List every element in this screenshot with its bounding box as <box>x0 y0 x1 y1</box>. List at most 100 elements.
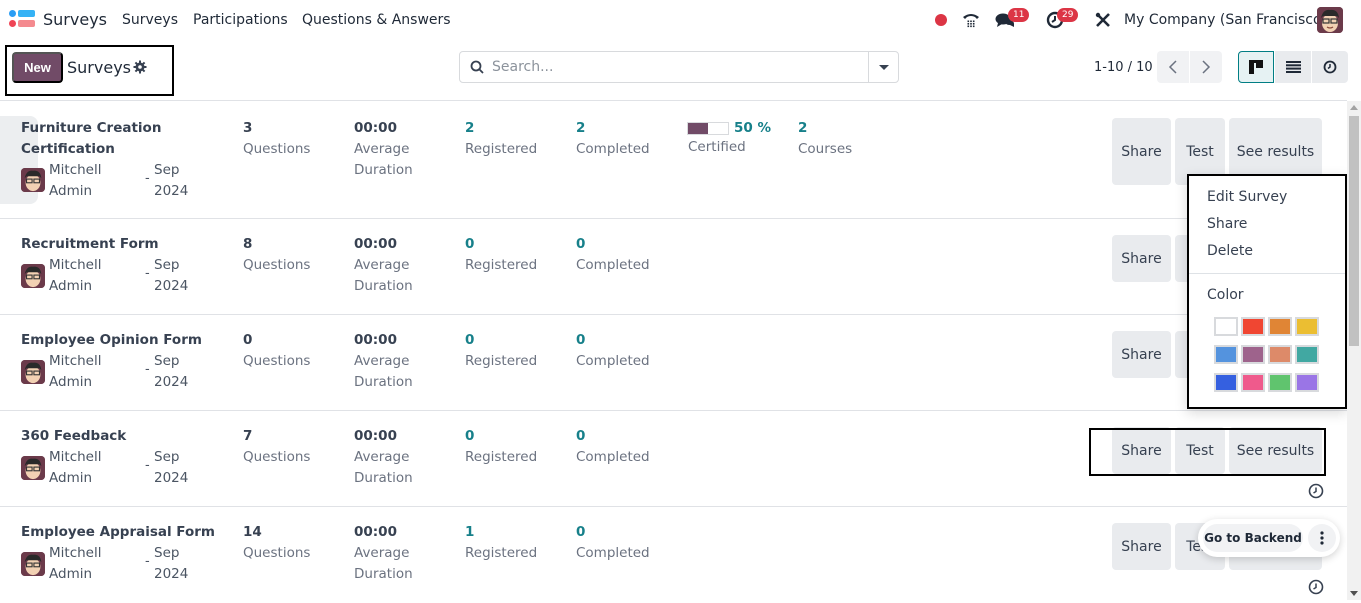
owner-last-name: Admin <box>49 470 93 486</box>
stat-registered[interactable]: 0 Registered <box>465 234 537 276</box>
stat-questions[interactable]: 14 Questions <box>243 522 310 564</box>
color-swatch[interactable] <box>1214 345 1238 364</box>
color-swatch[interactable] <box>1214 373 1238 392</box>
chevron-left-icon <box>1168 60 1177 74</box>
color-swatch[interactable] <box>1268 373 1292 392</box>
completed-label: Completed <box>576 449 650 465</box>
app-logo-icon[interactable] <box>9 10 35 28</box>
phone-icon[interactable] <box>961 8 981 32</box>
search-options-toggle[interactable] <box>868 52 898 82</box>
questions-label: Questions <box>243 545 311 561</box>
view-list-button[interactable] <box>1275 51 1311 83</box>
duration-value: 00:00 <box>354 236 397 252</box>
pager-previous-button[interactable] <box>1157 51 1189 83</box>
menu-item-edit-survey[interactable]: Edit Survey <box>1207 189 1287 205</box>
activity-clock-icon[interactable] <box>1308 483 1324 499</box>
survey-title: Recruitment Form <box>21 236 159 252</box>
owner-last-name: Admin <box>49 566 93 582</box>
scrollbar-thumb[interactable] <box>1349 116 1359 346</box>
color-swatch[interactable] <box>1268 317 1292 336</box>
stat-completed[interactable]: 0 Completed <box>576 234 650 276</box>
survey-card[interactable]: Furniture Creation Certification Mitchel… <box>0 101 1347 219</box>
view-activity-button[interactable] <box>1312 51 1348 83</box>
share-button[interactable]: Share <box>1112 523 1171 570</box>
survey-card[interactable]: Employee Appraisal Form Mitchell Admin -… <box>0 507 1347 603</box>
certified-progress-fill <box>688 123 708 134</box>
gear-icon[interactable] <box>133 60 147 74</box>
stat-courses[interactable]: 2 Courses <box>798 118 852 160</box>
stat-registered[interactable]: 0 Registered <box>465 426 537 468</box>
survey-card[interactable]: Employee Opinion Form Mitchell Admin - S… <box>0 315 1347 411</box>
color-swatch[interactable] <box>1295 345 1319 364</box>
stat-registered[interactable]: 1 Registered <box>465 522 537 564</box>
activity-clock-icon[interactable] <box>1308 579 1324 595</box>
stat-questions[interactable]: 7 Questions <box>243 426 310 468</box>
new-button[interactable]: New <box>12 52 63 83</box>
certified-percent[interactable]: 50 % <box>734 118 771 139</box>
scroll-up-arrow-icon[interactable] <box>1350 105 1358 110</box>
menu-questions-answers[interactable]: Questions & Answers <box>302 12 451 28</box>
stat-registered[interactable]: 0 Registered <box>465 330 537 372</box>
stat-completed[interactable]: 0 Completed <box>576 426 650 468</box>
survey-card[interactable]: Recruitment Form Mitchell Admin - Sep 20… <box>0 219 1347 315</box>
survey-title: Employee Appraisal Form <box>21 524 215 540</box>
stat-duration: 00:00 Average Duration <box>354 522 413 585</box>
pager-value[interactable]: 1-10 / 10 <box>1094 60 1153 75</box>
color-swatch[interactable] <box>1295 317 1319 336</box>
color-swatch[interactable] <box>1241 345 1265 364</box>
share-button[interactable]: Share <box>1112 331 1171 378</box>
owner-avatar <box>21 168 45 192</box>
clock-icon <box>1323 60 1337 74</box>
scroll-down-arrow-icon[interactable] <box>1350 591 1358 596</box>
stat-completed[interactable]: 2 Completed <box>576 118 650 160</box>
more-options-icon[interactable] <box>1308 524 1336 552</box>
menu-participations[interactable]: Participations <box>193 12 288 28</box>
owner-first-name: Mitchell <box>49 449 102 465</box>
stat-questions[interactable]: 0 Questions <box>243 330 310 372</box>
color-swatch[interactable] <box>1241 373 1265 392</box>
stat-questions[interactable]: 8 Questions <box>243 234 310 276</box>
stat-registered[interactable]: 2 Registered <box>465 118 537 160</box>
debug-tools-icon[interactable] <box>1093 8 1113 32</box>
menu-item-share[interactable]: Share <box>1207 216 1247 232</box>
stat-questions[interactable]: 3 Questions <box>243 118 310 160</box>
completed-count: 0 <box>576 332 586 348</box>
menu-item-delete[interactable]: Delete <box>1207 243 1253 259</box>
stat-completed[interactable]: 0 Completed <box>576 522 650 564</box>
date-separator: - <box>145 171 150 186</box>
survey-title: Furniture Creation <box>21 120 162 136</box>
share-button[interactable]: Share <box>1112 235 1171 282</box>
search-input[interactable] <box>492 54 862 80</box>
recording-indicator-icon[interactable] <box>935 14 947 26</box>
company-switcher[interactable]: My Company (San Francisco) <box>1124 12 1327 28</box>
color-swatch[interactable] <box>1214 317 1238 336</box>
color-swatch[interactable] <box>1268 345 1292 364</box>
color-swatch[interactable] <box>1241 317 1265 336</box>
app-name[interactable]: Surveys <box>43 10 107 29</box>
go-to-backend-button[interactable]: Go to Backend <box>1203 524 1303 552</box>
registered-count: 0 <box>465 428 475 444</box>
date-separator: - <box>145 266 150 281</box>
duration-value: 00:00 <box>354 332 397 348</box>
owner-avatar <box>21 552 45 576</box>
color-swatch[interactable] <box>1295 373 1319 392</box>
created-year: 2024 <box>154 374 189 390</box>
owner-avatar <box>21 456 45 480</box>
menu-surveys[interactable]: Surveys <box>122 12 178 28</box>
certified-label: Certified <box>688 137 746 158</box>
share-button[interactable]: Share <box>1112 118 1171 185</box>
questions-label: Questions <box>243 141 311 157</box>
completed-label: Completed <box>576 353 650 369</box>
user-avatar[interactable] <box>1317 7 1343 33</box>
created-year: 2024 <box>154 183 189 199</box>
completed-label: Completed <box>576 545 650 561</box>
registered-count: 1 <box>465 524 475 540</box>
registered-label: Registered <box>465 449 538 465</box>
view-kanban-button[interactable] <box>1238 51 1274 83</box>
pager-next-button[interactable] <box>1190 51 1222 83</box>
duration-label: Duration <box>354 374 413 390</box>
color-label: Color <box>1207 287 1244 303</box>
vertical-scrollbar[interactable] <box>1347 101 1361 600</box>
stat-completed[interactable]: 0 Completed <box>576 330 650 372</box>
completed-label: Completed <box>576 141 650 157</box>
